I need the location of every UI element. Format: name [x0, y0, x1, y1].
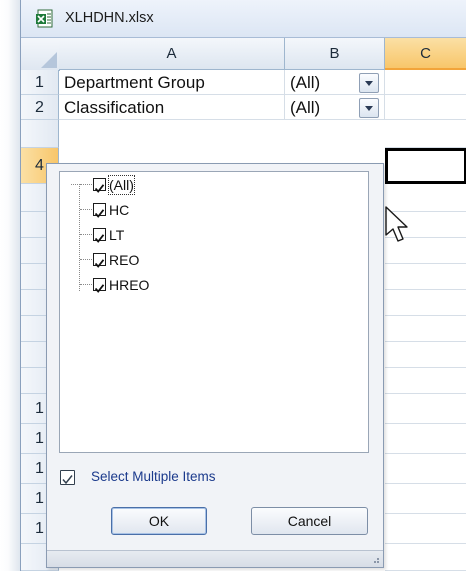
- checkmark-icon: [62, 475, 73, 485]
- chevron-down-icon: [365, 81, 373, 86]
- checkbox-checked-icon[interactable]: [93, 203, 106, 218]
- filter-item-tree[interactable]: (All) HC LT REO HREO: [59, 171, 369, 453]
- checkbox-checked-icon[interactable]: [93, 178, 106, 193]
- select-multiple-label[interactable]: Select Multiple Items: [91, 467, 216, 487]
- excel-file-icon: [36, 9, 53, 28]
- checkbox-checked-icon[interactable]: [93, 278, 106, 293]
- column-header-b[interactable]: B: [285, 38, 385, 70]
- filter-item-label: HC: [109, 202, 130, 218]
- cell[interactable]: [385, 290, 466, 316]
- cell[interactable]: [385, 394, 466, 424]
- background-fade: [0, 0, 20, 571]
- cell-a1[interactable]: Department Group: [59, 70, 285, 95]
- select-multiple-checkbox[interactable]: [60, 470, 75, 485]
- filter-item-label: (All): [108, 175, 135, 195]
- column-header-a[interactable]: A: [59, 38, 285, 70]
- title-bar: XLHDHN.xlsx: [21, 0, 466, 38]
- row-header-3[interactable]: [21, 120, 59, 148]
- filter-dropdown-button-1[interactable]: [359, 73, 379, 93]
- filter-item-label: REO: [109, 252, 140, 268]
- filter-item-reo[interactable]: REO: [60, 250, 260, 272]
- cell[interactable]: [385, 484, 466, 514]
- filter-item-all[interactable]: (All): [60, 175, 260, 197]
- filter-dropdown-button-2[interactable]: [359, 98, 379, 118]
- ok-button[interactable]: OK: [111, 507, 207, 535]
- cell[interactable]: [385, 544, 466, 571]
- cell[interactable]: [385, 264, 466, 290]
- cell[interactable]: [385, 514, 466, 544]
- resize-grip-icon[interactable]: [370, 554, 380, 564]
- cell-c1[interactable]: [385, 70, 466, 95]
- cell[interactable]: [385, 342, 466, 368]
- cell-c3[interactable]: [385, 120, 466, 148]
- cell-a2[interactable]: Classification: [59, 95, 285, 120]
- cell[interactable]: [385, 454, 466, 484]
- selected-cell-c4[interactable]: [385, 148, 466, 184]
- window-title: XLHDHN.xlsx: [65, 10, 154, 26]
- cell[interactable]: [385, 316, 466, 342]
- filter-item-hc[interactable]: HC: [60, 200, 260, 222]
- checkbox-checked-icon[interactable]: [93, 228, 106, 243]
- row-header-2[interactable]: 2: [21, 95, 59, 120]
- column-header-c[interactable]: C: [385, 38, 466, 70]
- cell[interactable]: [385, 368, 466, 394]
- checkbox-checked-icon[interactable]: [93, 253, 106, 268]
- filter-item-label: HREO: [109, 277, 150, 293]
- mouse-pointer-icon: [385, 206, 408, 242]
- filter-item-label: LT: [109, 227, 125, 243]
- cell-c2[interactable]: [385, 95, 466, 120]
- cancel-button[interactable]: Cancel: [251, 507, 368, 535]
- chevron-down-icon: [365, 106, 373, 111]
- select-all-corner[interactable]: [21, 38, 60, 71]
- filter-popup: (All) HC LT REO HREO Select Multiple Ite…: [46, 163, 384, 568]
- row-header-1[interactable]: 1: [21, 70, 59, 95]
- cell[interactable]: [385, 424, 466, 454]
- filter-item-lt[interactable]: LT: [60, 225, 260, 247]
- filter-item-hreo[interactable]: HREO: [60, 275, 260, 297]
- popup-resize-strip: [47, 550, 383, 567]
